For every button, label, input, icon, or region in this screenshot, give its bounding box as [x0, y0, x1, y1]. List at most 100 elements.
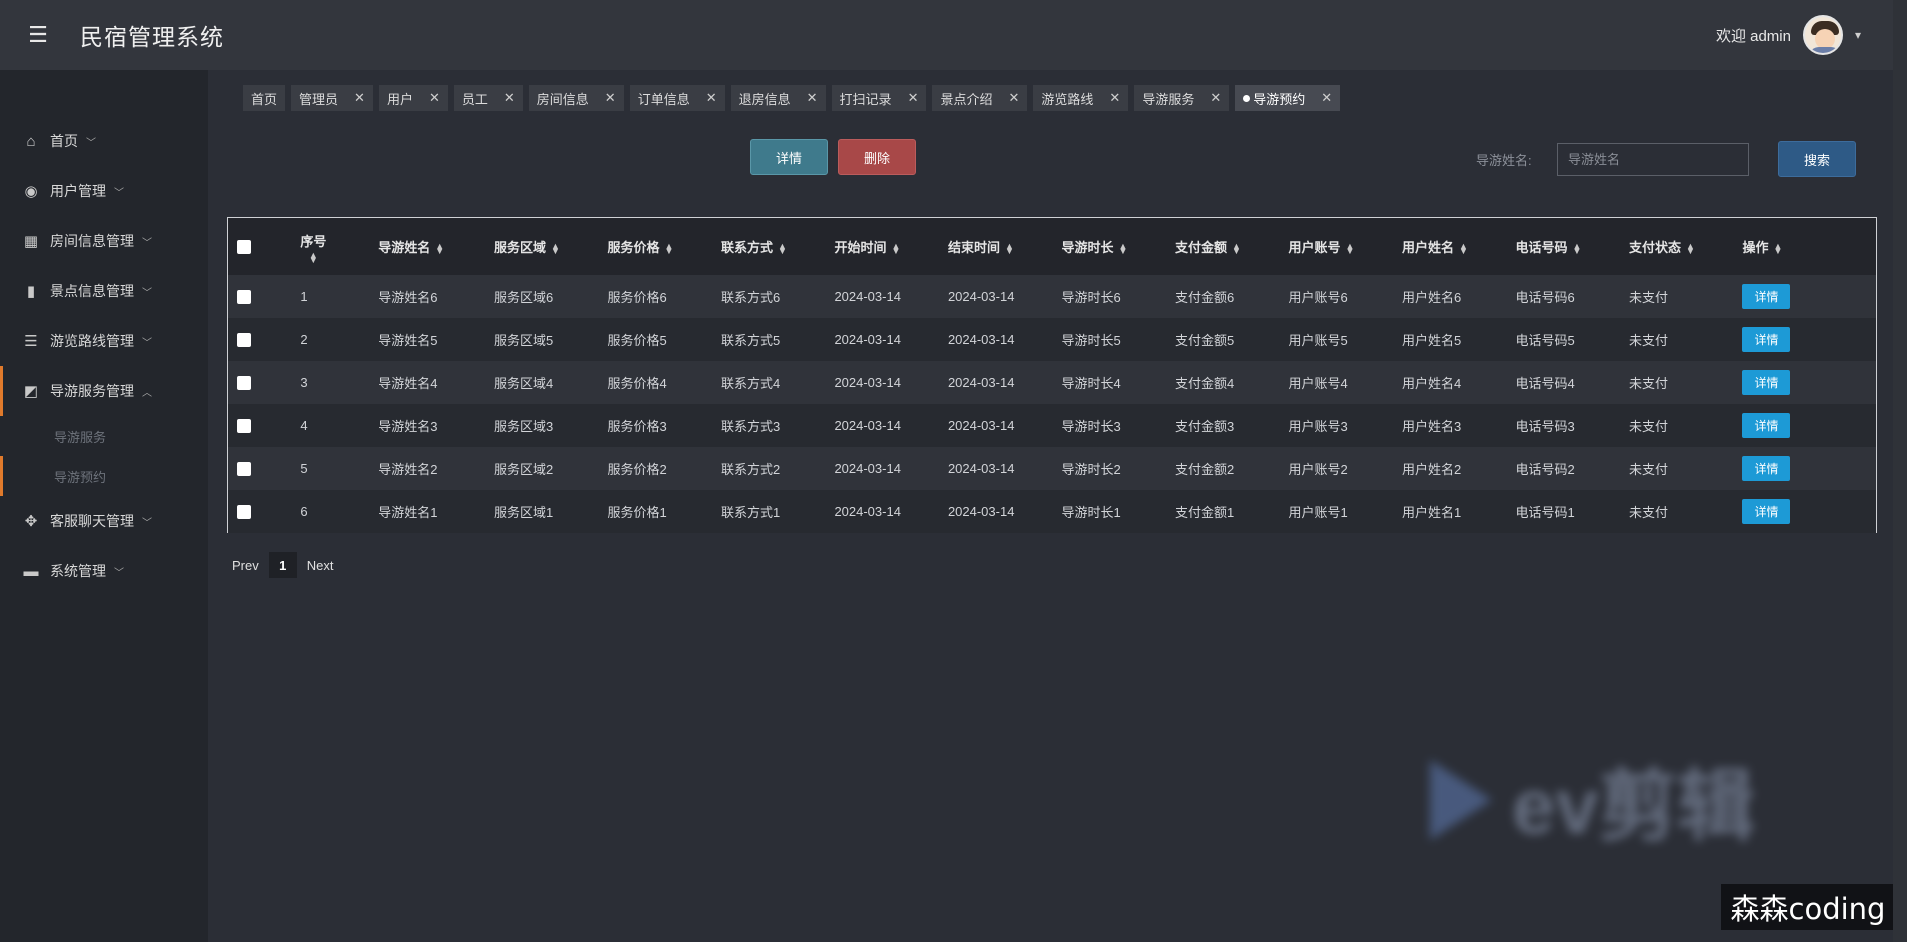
- tab-10[interactable]: 导游服务 ✕: [1134, 85, 1230, 111]
- sort-icon[interactable]: ▲ ▼: [1572, 241, 1581, 255]
- row-detail-button[interactable]: 详情: [1742, 456, 1791, 481]
- row-checkbox[interactable]: [237, 333, 251, 348]
- tab-1[interactable]: 管理员 ✕: [291, 85, 373, 111]
- column-header-2[interactable]: 服务区域 ▲ ▼: [494, 218, 608, 275]
- close-icon[interactable]: ✕: [908, 90, 919, 106]
- close-icon[interactable]: ✕: [605, 90, 616, 106]
- sort-icon[interactable]: ▲ ▼: [664, 241, 673, 255]
- detail-button[interactable]: 详情: [750, 139, 828, 175]
- column-header-12[interactable]: 支付状态 ▲ ▼: [1629, 218, 1743, 275]
- sort-icon[interactable]: ▲ ▼: [1345, 241, 1354, 255]
- close-icon[interactable]: ✕: [1321, 90, 1332, 106]
- table-cell: 导游时长5: [1061, 333, 1121, 348]
- table-row[interactable]: 3 导游姓名4 服务区域4 服务价格4 联系方式4 2024-03-14 2024-03-1…: [228, 361, 1876, 404]
- table-cell: 用户账号1: [1288, 505, 1348, 520]
- table-row[interactable]: 2 导游姓名5 服务区域5 服务价格5 联系方式5 2024-03-14 2024-03-1…: [228, 318, 1876, 361]
- sidebar-item-1[interactable]: ◉ 用户管理 ﹀: [0, 166, 208, 216]
- close-icon[interactable]: ✕: [1210, 90, 1221, 106]
- delete-button[interactable]: 删除: [838, 139, 916, 175]
- close-icon[interactable]: ✕: [354, 90, 365, 106]
- row-detail-button[interactable]: 详情: [1742, 370, 1791, 395]
- table-row[interactable]: 4 导游姓名3 服务区域3 服务价格3 联系方式3 2024-03-14 2024-03-1…: [228, 404, 1876, 447]
- column-header-8[interactable]: 支付金额 ▲ ▼: [1175, 218, 1289, 275]
- chevron-down-icon: ﹀: [142, 287, 152, 299]
- column-header-5[interactable]: 开始时间 ▲ ▼: [834, 218, 948, 275]
- chevron-down-icon: ﹀: [114, 187, 124, 199]
- sidebar-item-5[interactable]: ◩ 导游服务管理 ︿: [0, 366, 208, 416]
- column-header-13[interactable]: 操作 ▲ ▼: [1742, 218, 1876, 275]
- sidebar-item-4[interactable]: ☰ 游览路线管理 ﹀: [0, 316, 208, 366]
- tab-11[interactable]: 导游预约 ✕: [1235, 85, 1341, 111]
- sort-icon[interactable]: ▲ ▼: [435, 241, 444, 255]
- tab-7[interactable]: 打扫记录 ✕: [831, 85, 927, 111]
- chevron-up-icon: ︿: [142, 387, 152, 399]
- sort-icon[interactable]: ▲ ▼: [1005, 241, 1014, 255]
- sort-icon[interactable]: ▲ ▼: [1686, 241, 1695, 255]
- close-icon[interactable]: ✕: [807, 90, 818, 106]
- table-cell: 支付金额5: [1174, 333, 1235, 348]
- sort-icon[interactable]: ▲ ▼: [778, 241, 787, 255]
- column-header-7[interactable]: 导游时长 ▲ ▼: [1061, 218, 1175, 275]
- search-button[interactable]: 搜索: [1778, 141, 1856, 177]
- sidebar-item-7[interactable]: ▬ 系统管理 ﹀: [0, 546, 208, 596]
- sort-icon[interactable]: ▲ ▼: [891, 241, 900, 255]
- tab-3[interactable]: 员工 ✕: [453, 85, 523, 111]
- menu-toggle-icon[interactable]: ☰: [0, 0, 76, 70]
- tab-9[interactable]: 游览路线 ✕: [1033, 85, 1129, 111]
- table-row[interactable]: 6 导游姓名1 服务区域1 服务价格1 联系方式1 2024-03-14 2024-03-1…: [228, 490, 1876, 533]
- column-header-0[interactable]: 序号 ▲ ▼: [300, 218, 378, 275]
- column-header-1[interactable]: 导游姓名 ▲ ▼: [378, 218, 494, 275]
- sort-icon[interactable]: ▲ ▼: [551, 241, 560, 255]
- column-header-11[interactable]: 电话号码 ▲ ▼: [1515, 218, 1629, 275]
- table-row[interactable]: 5 导游姓名2 服务区域2 服务价格2 联系方式2 2024-03-14 2024-03-1…: [228, 447, 1876, 490]
- column-header-10[interactable]: 用户姓名 ▲ ▼: [1402, 218, 1516, 275]
- sort-icon[interactable]: ▲ ▼: [1232, 241, 1241, 255]
- search-input[interactable]: [1557, 143, 1749, 176]
- close-icon[interactable]: ✕: [1109, 90, 1120, 106]
- row-checkbox[interactable]: [237, 290, 251, 305]
- sort-icon[interactable]: ▲ ▼: [1118, 241, 1127, 255]
- sidebar-item-0[interactable]: ⌂ 首页 ﹀: [0, 116, 208, 166]
- row-detail-button[interactable]: 详情: [1742, 327, 1791, 352]
- row-detail-button[interactable]: 详情: [1742, 413, 1791, 438]
- close-icon[interactable]: ✕: [1008, 90, 1019, 106]
- close-icon[interactable]: ✕: [504, 90, 515, 106]
- sort-icon[interactable]: ▲ ▼: [1459, 241, 1468, 255]
- tab-8[interactable]: 景点介绍 ✕: [932, 85, 1028, 111]
- column-header-6[interactable]: 结束时间 ▲ ▼: [948, 218, 1062, 275]
- next-page-link[interactable]: Next: [307, 558, 334, 573]
- row-checkbox[interactable]: [237, 376, 251, 391]
- row-checkbox[interactable]: [237, 419, 251, 434]
- column-header-4[interactable]: 联系方式 ▲ ▼: [721, 218, 835, 275]
- sidebar-item-6[interactable]: ✥ 客服聊天管理 ﹀: [0, 496, 208, 546]
- row-checkbox[interactable]: [237, 462, 251, 477]
- close-icon[interactable]: ✕: [429, 90, 440, 106]
- sort-icon[interactable]: ▲ ▼: [1773, 241, 1782, 255]
- column-header-3[interactable]: 服务价格 ▲ ▼: [607, 218, 721, 275]
- column-header-9[interactable]: 用户账号 ▲ ▼: [1288, 218, 1402, 275]
- row-checkbox[interactable]: [237, 505, 251, 520]
- close-icon[interactable]: ✕: [706, 90, 717, 106]
- sidebar-item-2[interactable]: ▦ 房间信息管理 ﹀: [0, 216, 208, 266]
- tab-2[interactable]: 用户 ✕: [378, 85, 448, 111]
- submenu-item-1[interactable]: 导游预约: [0, 456, 208, 496]
- chevron-down-icon[interactable]: ▾: [1855, 28, 1861, 42]
- row-detail-button[interactable]: 详情: [1742, 284, 1791, 309]
- select-all-checkbox[interactable]: [237, 240, 251, 255]
- tab-6[interactable]: 退房信息 ✕: [730, 85, 826, 111]
- table-cell: 导游姓名4: [378, 376, 438, 391]
- sort-icon[interactable]: ▲ ▼: [309, 250, 318, 264]
- row-detail-button[interactable]: 详情: [1742, 499, 1791, 524]
- user-area[interactable]: 欢迎 admin ▾: [1716, 0, 1861, 70]
- submenu-item-0[interactable]: 导游服务: [0, 416, 208, 456]
- tab-4[interactable]: 房间信息 ✕: [528, 85, 624, 111]
- tab-0[interactable]: 首页: [243, 85, 286, 111]
- sidebar-item-3[interactable]: ▮ 景点信息管理 ﹀: [0, 266, 208, 316]
- tab-5[interactable]: 订单信息 ✕: [629, 85, 725, 111]
- scrollbar[interactable]: [1893, 0, 1907, 942]
- top-header: ☰ 民宿管理系统 欢迎 admin ▾: [0, 0, 1907, 70]
- current-page[interactable]: 1: [268, 552, 297, 578]
- table-row[interactable]: 1 导游姓名6 服务区域6 服务价格6 联系方式6 2024-03-14 2024-03-1…: [228, 275, 1876, 318]
- avatar[interactable]: [1802, 15, 1843, 55]
- prev-page-link[interactable]: Prev: [232, 558, 259, 573]
